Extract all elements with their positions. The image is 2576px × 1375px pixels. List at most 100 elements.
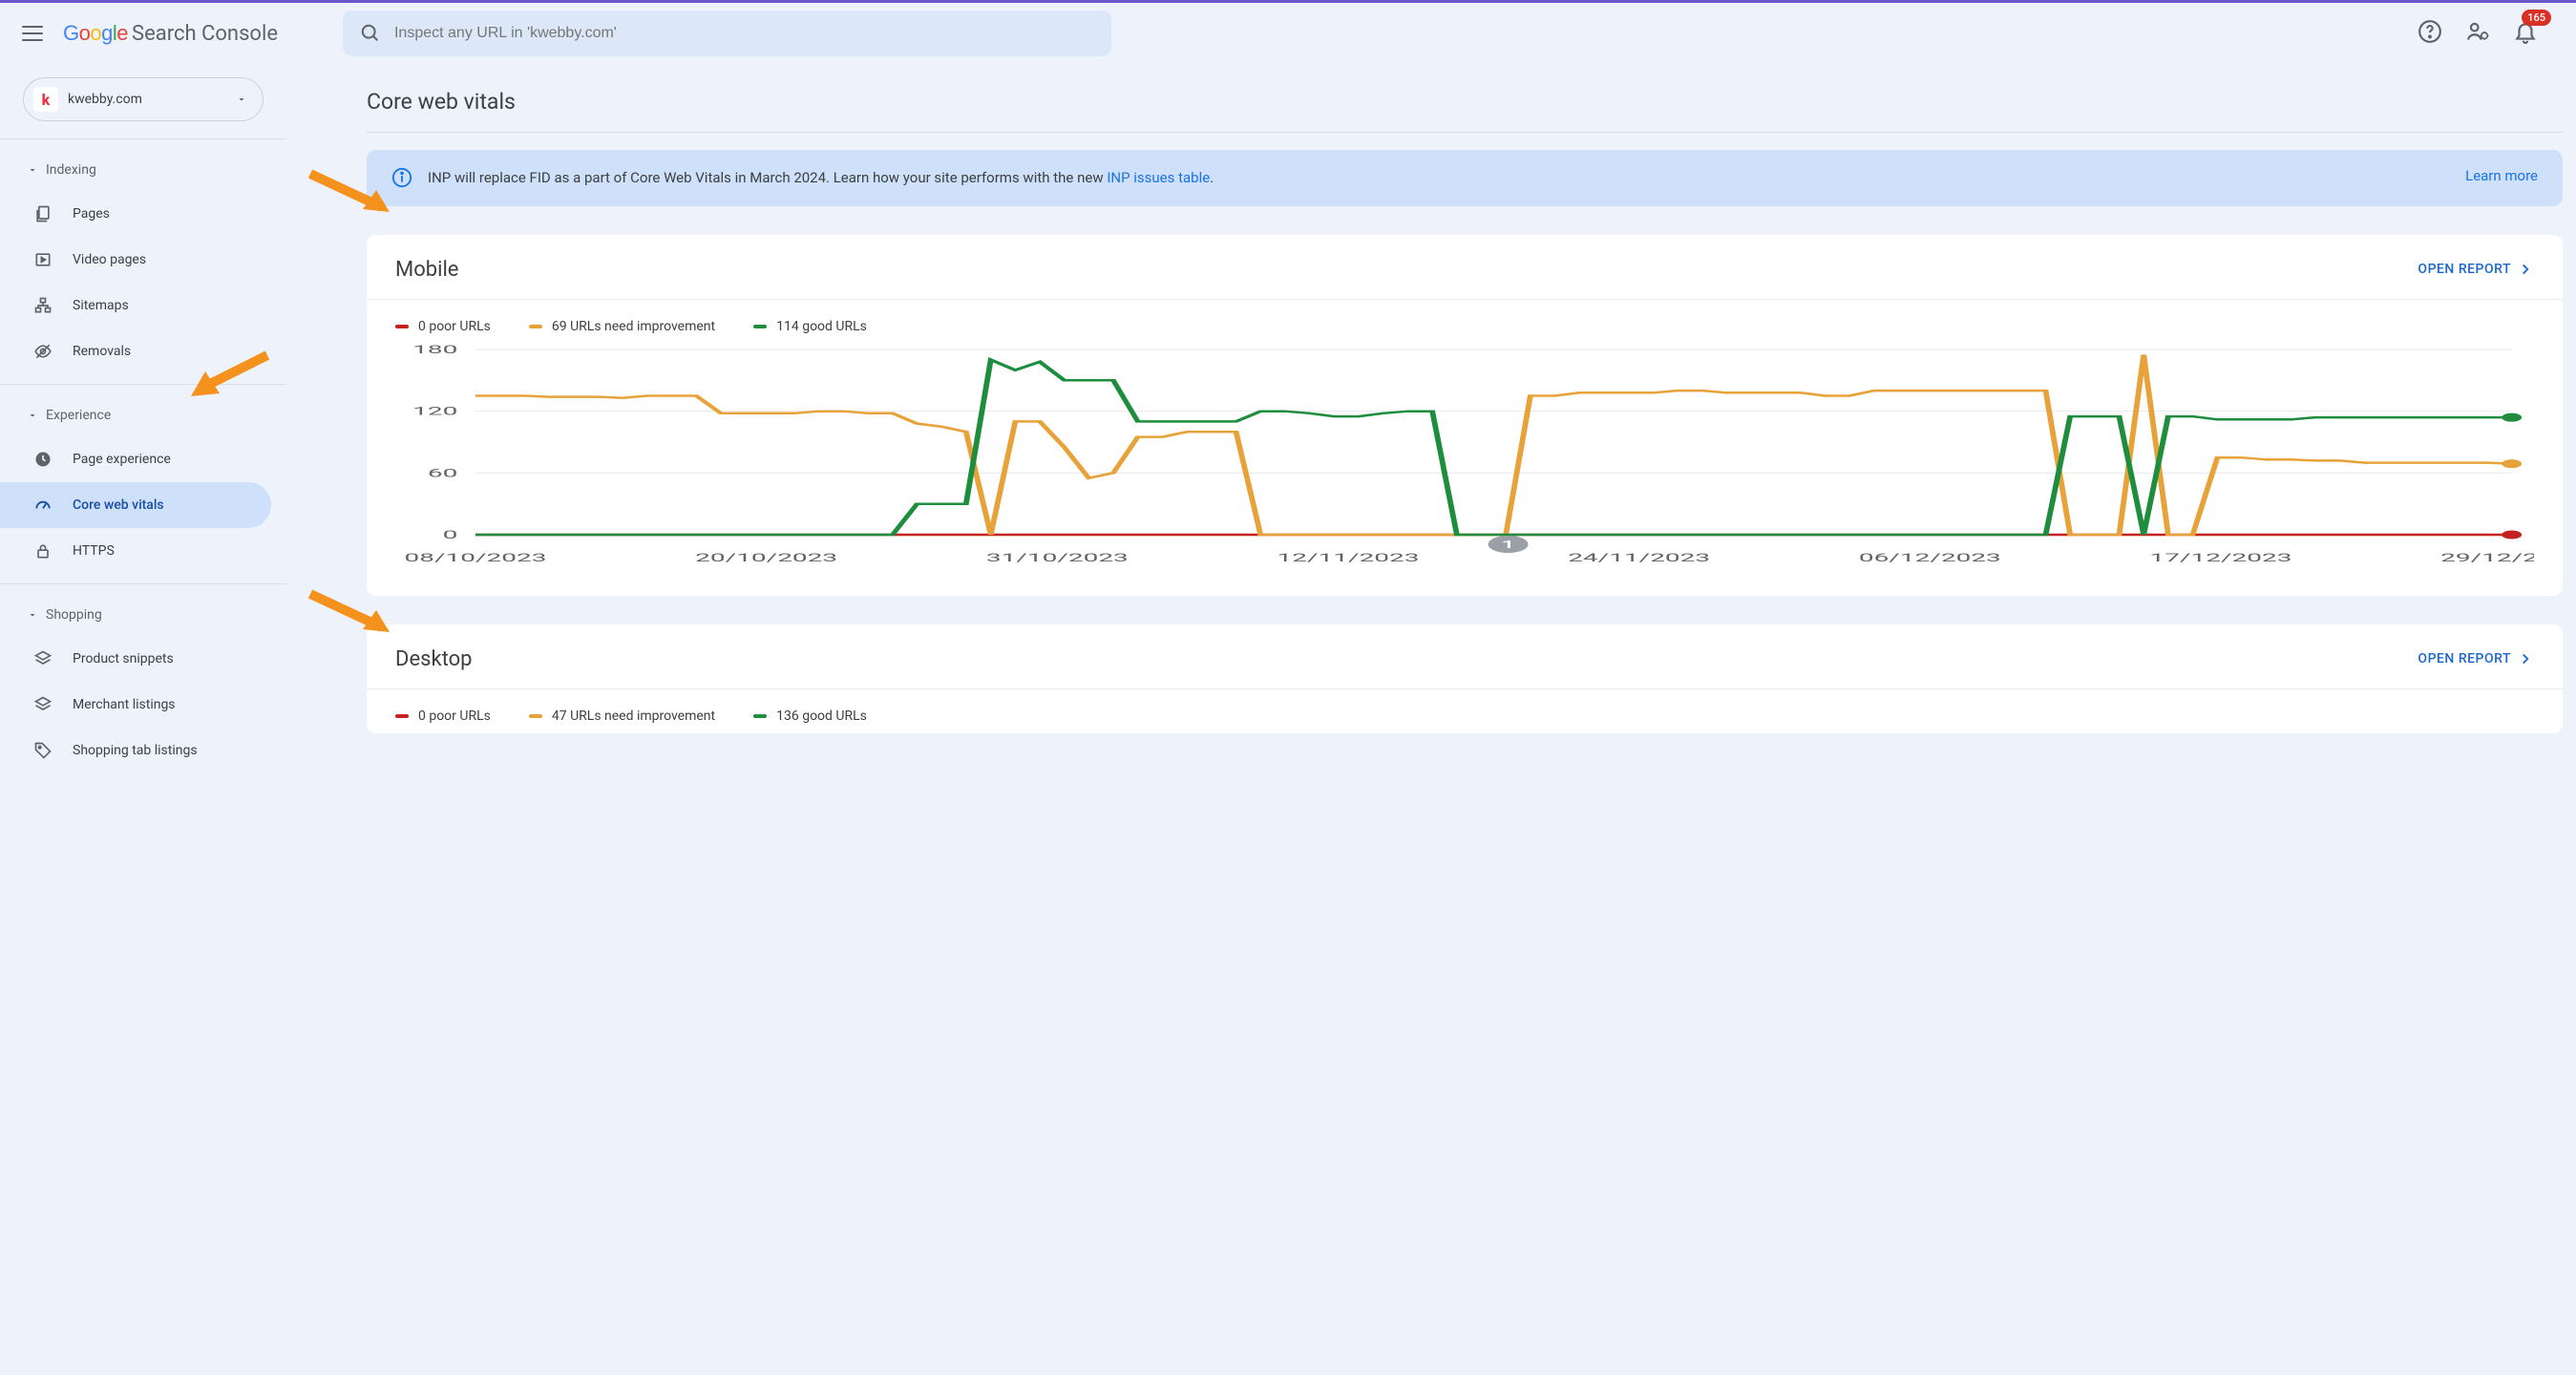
- search-input[interactable]: [394, 25, 1094, 42]
- mobile-legend: 0 poor URLs 69 URLs need improvement 114…: [367, 300, 2563, 344]
- nav-label: Product snippets: [73, 651, 174, 666]
- sidebar-item-video-pages[interactable]: Video pages: [0, 237, 271, 283]
- swatch-poor: [395, 325, 409, 328]
- sidebar: k kwebby.com Indexing Pages Video pages …: [0, 64, 286, 800]
- legend-poor: 0 poor URLs: [395, 709, 491, 724]
- legend-label: 47 URLs need improvement: [552, 709, 715, 724]
- alert-text: INP will replace FID as a part of Core W…: [428, 167, 2450, 189]
- desktop-legend: 0 poor URLs 47 URLs need improvement 136…: [367, 689, 2563, 733]
- product-name: Search Console: [132, 22, 278, 46]
- alert-text-suffix: .: [1210, 169, 1214, 186]
- open-report-mobile[interactable]: OPEN REPORT: [2418, 261, 2534, 278]
- main-content: Core web vitals INP will replace FID as …: [286, 64, 2576, 800]
- chevron-down-icon: [236, 94, 247, 105]
- sidebar-item-merchant-listings[interactable]: Merchant listings: [0, 682, 271, 728]
- mobile-card-title: Mobile: [395, 258, 458, 282]
- removals-icon: [32, 341, 53, 362]
- video-icon: [32, 249, 53, 270]
- svg-text:60: 60: [428, 466, 457, 479]
- google-logo-text: Google: [63, 21, 128, 46]
- legend-label: 0 poor URLs: [418, 319, 491, 334]
- nav-label: Video pages: [73, 252, 146, 267]
- property-selector[interactable]: k kwebby.com: [23, 77, 264, 121]
- nav-label: Merchant listings: [73, 697, 176, 712]
- nav-label: HTTPS: [73, 543, 115, 559]
- notifications-icon[interactable]: 165: [2513, 19, 2538, 48]
- legend-poor: 0 poor URLs: [395, 319, 491, 334]
- svg-text:1: 1: [1501, 538, 1515, 550]
- desktop-card-title: Desktop: [395, 647, 473, 671]
- url-inspect-search[interactable]: [343, 11, 1111, 56]
- sidebar-item-removals[interactable]: Removals: [0, 328, 271, 374]
- sidebar-item-product-snippets[interactable]: Product snippets: [0, 636, 271, 682]
- svg-text:31/10/2023: 31/10/2023: [986, 551, 1129, 564]
- property-domain: kwebby.com: [68, 92, 226, 107]
- sitemaps-icon: [32, 295, 53, 316]
- tag-icon: [32, 740, 53, 761]
- svg-text:12/11/2023: 12/11/2023: [1277, 551, 1420, 564]
- svg-text:17/12/2023: 17/12/2023: [2150, 551, 2292, 564]
- nav-label: Pages: [73, 206, 110, 222]
- menu-icon[interactable]: [19, 20, 46, 47]
- nav-label: Core web vitals: [73, 497, 164, 513]
- sidebar-section-experience[interactable]: Experience: [0, 394, 286, 436]
- legend-good: 114 good URLs: [753, 319, 867, 334]
- user-settings-icon[interactable]: [2465, 19, 2490, 48]
- lock-icon: [32, 540, 53, 561]
- swatch-good: [753, 714, 767, 718]
- pages-icon: [32, 203, 53, 224]
- sidebar-item-core-web-vitals[interactable]: Core web vitals: [0, 482, 271, 528]
- open-report-label: OPEN REPORT: [2418, 651, 2511, 666]
- sidebar-item-pages[interactable]: Pages: [0, 191, 271, 237]
- desktop-card: Desktop OPEN REPORT 0 poor URLs 47 URLs …: [367, 624, 2563, 733]
- sidebar-item-https[interactable]: HTTPS: [0, 528, 271, 574]
- learn-more-link[interactable]: Learn more: [2465, 167, 2538, 184]
- svg-text:0: 0: [443, 528, 458, 541]
- divider: [367, 132, 2563, 133]
- inp-alert-banner: INP will replace FID as a part of Core W…: [367, 150, 2563, 206]
- legend-good: 136 good URLs: [753, 709, 867, 724]
- svg-text:08/10/2023: 08/10/2023: [405, 551, 547, 564]
- divider: [0, 384, 286, 385]
- sidebar-item-page-experience[interactable]: Page experience: [0, 436, 271, 482]
- layers-icon: [32, 694, 53, 715]
- swatch-good: [753, 325, 767, 328]
- legend-label: 69 URLs need improvement: [552, 319, 715, 334]
- divider: [0, 138, 286, 139]
- inp-issues-link[interactable]: INP issues table: [1107, 169, 1210, 186]
- svg-text:29/12/2023: 29/12/2023: [2440, 551, 2534, 564]
- nav-label: Removals: [73, 344, 131, 359]
- nav-label: Page experience: [73, 452, 171, 467]
- swatch-needs: [529, 714, 542, 718]
- page-title: Core web vitals: [367, 89, 2563, 115]
- line-chart-svg: 06012018008/10/202320/10/202331/10/20231…: [395, 344, 2534, 573]
- svg-text:06/12/2023: 06/12/2023: [1859, 551, 2001, 564]
- section-label: Indexing: [46, 162, 96, 178]
- notification-badge: 165: [2522, 10, 2551, 26]
- swatch-needs: [529, 325, 542, 328]
- sidebar-section-shopping[interactable]: Shopping: [0, 594, 286, 636]
- section-label: Experience: [46, 408, 111, 423]
- sidebar-item-shopping-tab-listings[interactable]: Shopping tab listings: [0, 728, 271, 773]
- product-logo[interactable]: Google Search Console: [63, 21, 278, 46]
- chevron-right-icon: [2517, 261, 2534, 278]
- svg-text:24/11/2023: 24/11/2023: [1568, 551, 1710, 564]
- sidebar-section-indexing[interactable]: Indexing: [0, 149, 286, 191]
- mobile-card: Mobile OPEN REPORT 0 poor URLs 69 URLs n…: [367, 235, 2563, 596]
- info-icon: [391, 167, 412, 188]
- layers-icon: [32, 648, 53, 669]
- header-bar: Google Search Console 165: [0, 3, 2576, 64]
- svg-text:120: 120: [412, 405, 457, 418]
- help-icon[interactable]: [2418, 19, 2442, 48]
- swatch-poor: [395, 714, 409, 718]
- sidebar-item-sitemaps[interactable]: Sitemaps: [0, 283, 271, 328]
- legend-needs: 69 URLs need improvement: [529, 319, 715, 334]
- chevron-right-icon: [2517, 650, 2534, 667]
- open-report-label: OPEN REPORT: [2418, 262, 2511, 277]
- open-report-desktop[interactable]: OPEN REPORT: [2418, 650, 2534, 667]
- search-icon: [360, 23, 381, 44]
- svg-text:20/10/2023: 20/10/2023: [695, 551, 837, 564]
- core-web-vitals-icon: [32, 495, 53, 516]
- nav-label: Sitemaps: [73, 298, 129, 313]
- divider: [0, 583, 286, 584]
